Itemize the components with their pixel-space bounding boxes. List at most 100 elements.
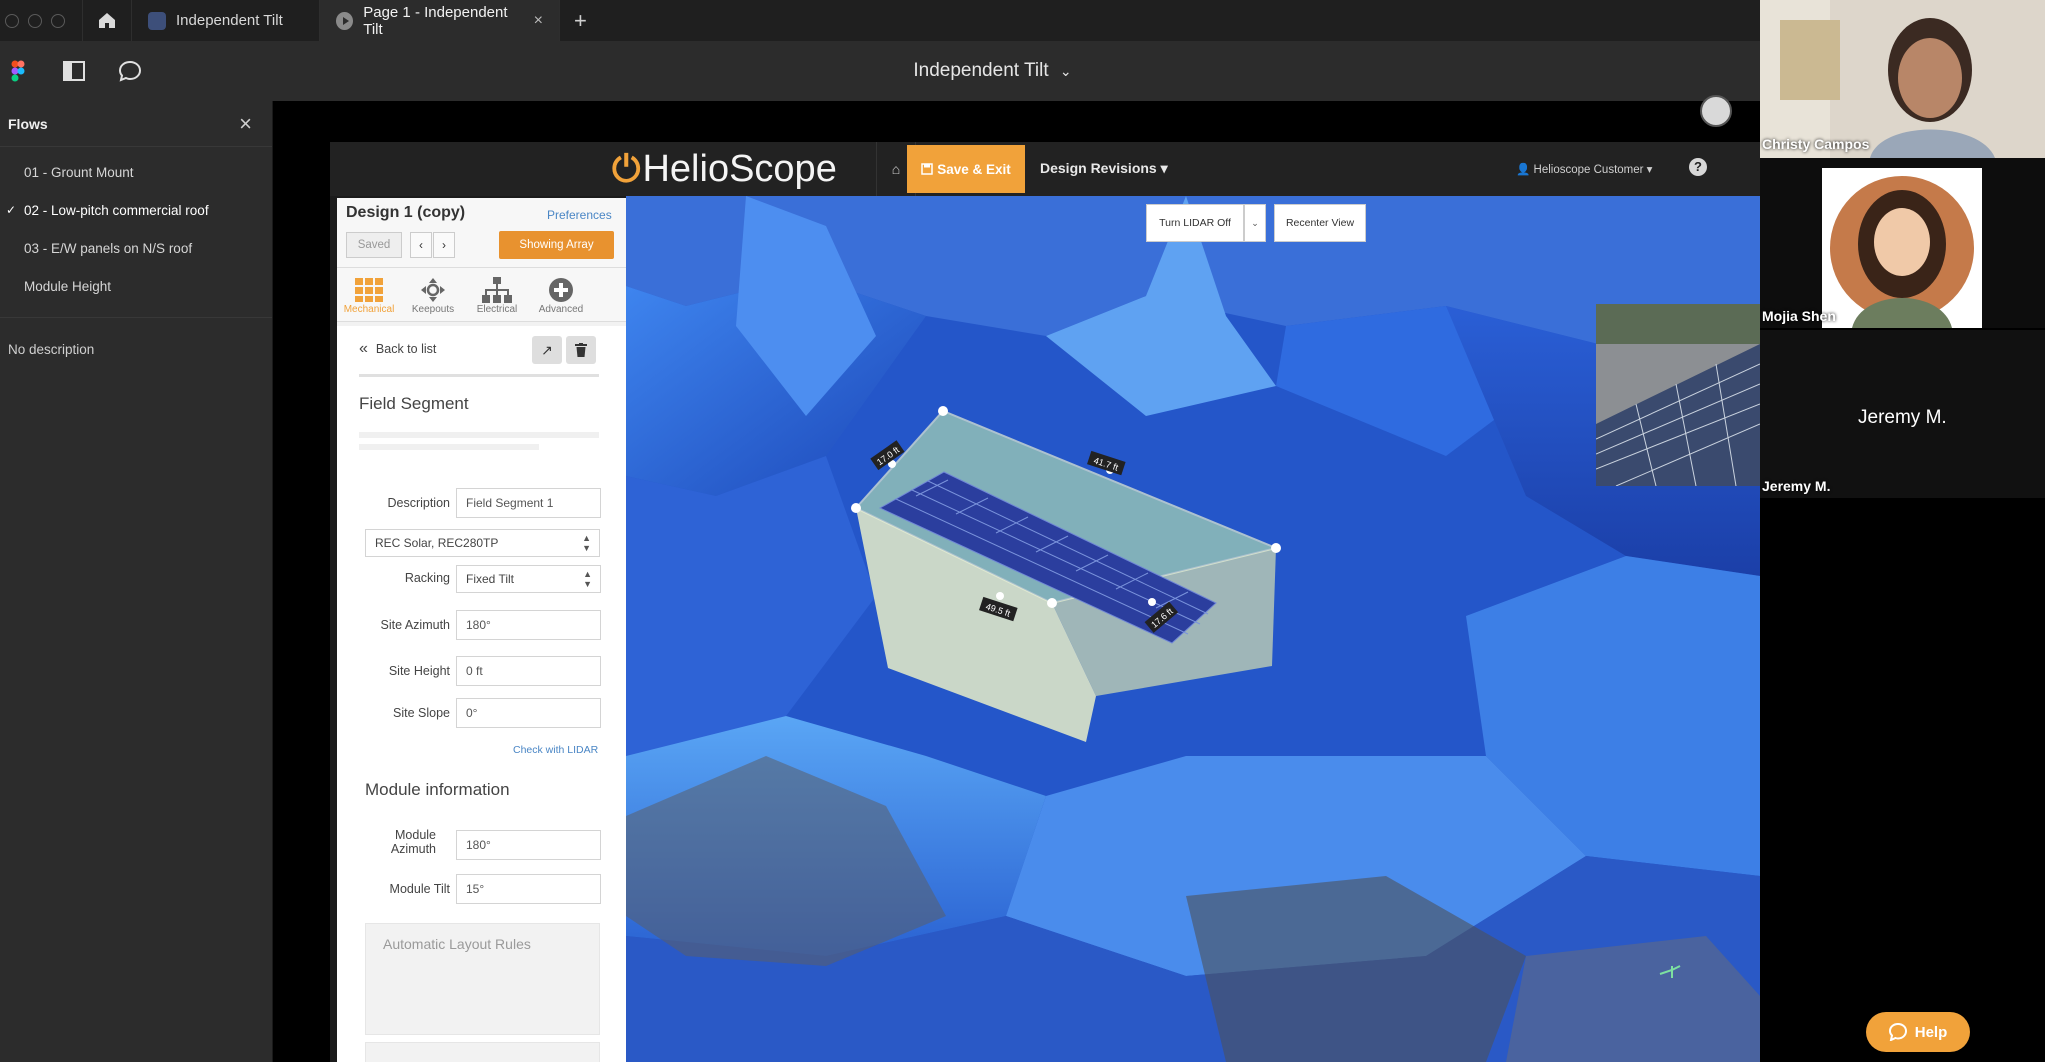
helioscope-app: ⏻ HelioScope ⌂ Save & Exit Design Revisi… <box>330 142 1760 1062</box>
chat-bubble-icon <box>1888 1023 1907 1041</box>
save-exit-button[interactable]: Save & Exit <box>907 145 1025 193</box>
redo-button[interactable]: › <box>433 232 455 258</box>
turn-lidar-off-button[interactable]: Turn LIDAR Off <box>1146 204 1244 242</box>
site-photo-thumbnail[interactable] <box>1596 304 1760 486</box>
participant-video-mojia[interactable]: Mojia Shen <box>1760 158 2045 328</box>
tab-electrical[interactable]: Electrical <box>465 268 529 321</box>
flows-panel: Flows × 01 - Grount Mount ✓ 02 - Low-pitc… <box>0 101 273 1062</box>
help-button[interactable]: Help <box>1866 1012 1970 1052</box>
user-avatar[interactable] <box>1700 95 1732 127</box>
site-slope-input[interactable]: 0° <box>456 698 601 728</box>
showing-array-button[interactable]: Showing Array <box>499 231 614 259</box>
collapsed-section[interactable] <box>365 1042 600 1062</box>
automatic-layout-rules-title: Automatic Layout Rules <box>383 936 531 952</box>
flow-item-label: 03 - E/W panels on N/S roof <box>24 240 193 256</box>
flow-item-02[interactable]: ✓ 02 - Low-pitch commercial roof <box>0 191 272 229</box>
tab-independent-tilt[interactable]: Independent Tilt <box>132 0 320 41</box>
module-azimuth-input[interactable]: 180° <box>456 830 601 860</box>
participant-name-tile: Jeremy M. <box>1852 405 1953 431</box>
flows-header: Flows × <box>0 101 272 147</box>
back-label: Back to list <box>375 342 437 356</box>
file-title-label: Independent Tilt <box>913 60 1049 81</box>
recenter-view-button[interactable]: Recenter View <box>1274 204 1366 242</box>
site-height-input[interactable]: 0 ft <box>456 656 601 686</box>
tab-keepouts[interactable]: Keepouts <box>401 268 465 321</box>
participant-name: Christy Campos <box>1762 136 1870 152</box>
helioscope-navbar: ⏻ HelioScope ⌂ Save & Exit Design Revisi… <box>330 142 1760 196</box>
tab-advanced[interactable]: Advanced <box>529 268 593 321</box>
tab-label: Mechanical <box>343 304 395 315</box>
plus-circle-icon <box>546 276 576 304</box>
module-select[interactable]: REC Solar, REC280TP ▲ ▼ <box>365 529 600 557</box>
user-icon: 👤 <box>1516 164 1531 176</box>
placeholder-bar <box>359 432 599 438</box>
close-tab-icon[interactable]: × <box>534 12 543 30</box>
double-chevron-left-icon: « <box>359 340 368 357</box>
minimize-window-button[interactable] <box>28 13 42 28</box>
helioscope-logo[interactable]: ⏻ HelioScope <box>612 148 837 191</box>
save-exit-label: Save & Exit <box>937 161 1011 177</box>
design-title: Design 1 (copy) <box>346 204 466 221</box>
account-label: Helioscope Customer ▾ <box>1533 164 1653 176</box>
check-with-lidar-link[interactable]: Check with LIDAR <box>513 744 598 756</box>
tab-mechanical[interactable]: Mechanical <box>337 268 401 321</box>
chevron-down-icon: ⌄ <box>1251 217 1259 228</box>
participant-video-feed <box>1760 0 2045 158</box>
zoom-to-segment-button[interactable]: ↗ <box>532 336 562 364</box>
racking-label: Racking <box>404 571 450 585</box>
site-azimuth-input[interactable]: 180° <box>456 610 601 640</box>
automatic-layout-rules-section[interactable]: Automatic Layout Rules <box>365 923 600 1035</box>
prototype-play-icon <box>336 11 354 30</box>
tab-page-1-independent-tilt[interactable]: Page 1 - Independent Tilt × <box>320 0 560 41</box>
design-panel: Design 1 (copy) Preferences Saved ‹ › Sh… <box>337 198 626 1062</box>
close-window-button[interactable] <box>5 13 19 28</box>
home-tab[interactable] <box>82 0 132 41</box>
tab-label: Independent Tilt <box>176 12 283 29</box>
tab-label: Advanced <box>538 304 584 315</box>
comment-icon[interactable] <box>116 57 144 85</box>
power-icon: ⏻ <box>612 148 641 189</box>
select-caret-icon: ▲ ▼ <box>582 533 591 553</box>
description-input[interactable]: Field Segment 1 <box>456 488 601 518</box>
new-tab-button[interactable]: + <box>560 8 587 34</box>
flow-item-module-height[interactable]: Module Height <box>0 267 272 305</box>
home-icon: ⌂ <box>891 161 901 177</box>
grid-icon <box>354 276 384 304</box>
help-question-icon[interactable]: ? <box>1689 158 1707 176</box>
close-icon[interactable]: × <box>239 111 252 137</box>
design-tabs: Mechanical Keepouts Electrical Advanced <box>337 268 626 322</box>
save-icon <box>921 163 933 175</box>
checkmark-icon: ✓ <box>6 203 17 217</box>
undo-button[interactable]: ‹ <box>410 232 432 258</box>
site-slope-label: Site Slope <box>393 706 450 720</box>
flow-item-03[interactable]: 03 - E/W panels on N/S roof <box>0 229 272 267</box>
divider <box>359 374 599 377</box>
lidar-dropdown-button[interactable]: ⌄ <box>1244 204 1266 242</box>
module-tilt-input[interactable]: 15° <box>456 874 601 904</box>
chevron-right-icon: › <box>442 238 446 252</box>
site-height-label: Site Height <box>388 664 450 678</box>
figma-file-icon <box>148 11 166 30</box>
figma-logo-icon[interactable] <box>4 57 32 85</box>
flow-list: 01 - Grount Mount ✓ 02 - Low-pitch commer… <box>0 147 272 305</box>
field-segment-title: Field Segment <box>359 394 469 413</box>
trash-icon <box>575 343 587 357</box>
design-revisions-dropdown[interactable]: Design Revisions ▾ <box>1040 160 1168 177</box>
sidebar-toggle-icon[interactable] <box>60 57 88 85</box>
participant-video-christy[interactable]: Christy Campos <box>1760 0 2045 158</box>
file-title-button[interactable]: Independent Tilt ⌄ <box>913 60 1071 82</box>
flow-item-label: 01 - Grount Mount <box>24 164 134 180</box>
delete-segment-button[interactable] <box>566 336 596 364</box>
logo-text: HelioScope <box>642 148 837 190</box>
back-to-list-link[interactable]: « Back to list <box>359 340 436 358</box>
3d-lidar-scene[interactable]: 17.0 ft 41.7 ft 49.5 ft 17.6 ft <box>626 196 1760 1062</box>
placeholder-bar <box>359 444 539 450</box>
account-menu[interactable]: 👤 Helioscope Customer ▾ <box>1516 162 1652 176</box>
flow-item-01[interactable]: 01 - Grount Mount <box>0 153 272 191</box>
module-information-title: Module information <box>365 780 510 799</box>
flow-description: No description <box>8 342 95 357</box>
flows-title: Flows <box>8 115 48 132</box>
racking-select[interactable]: Fixed Tilt ▲ ▼ <box>456 565 601 593</box>
maximize-window-button[interactable] <box>51 13 65 28</box>
preferences-link[interactable]: Preferences <box>547 208 612 222</box>
